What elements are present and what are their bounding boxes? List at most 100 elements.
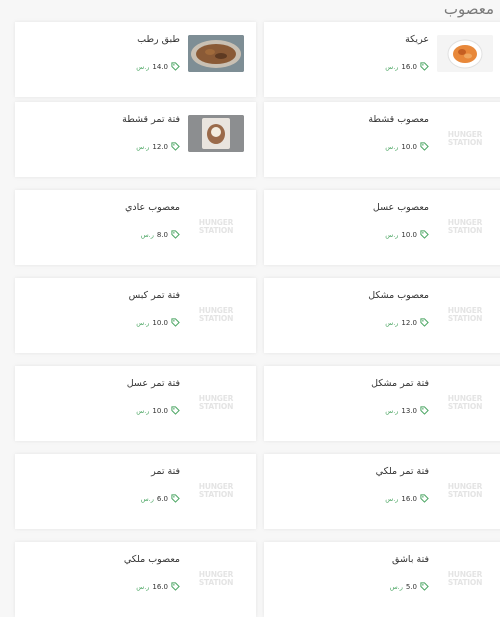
section-title: معصوب (443, 0, 494, 18)
price-tag-icon (171, 142, 180, 151)
logo-line-2: STATION (447, 138, 483, 147)
menu-item-name: فتة باشق (392, 554, 429, 565)
currency-label: ر.س (385, 318, 399, 327)
price-tag-icon (171, 230, 180, 239)
menu-item-name: فتة تمر مشكل (371, 378, 429, 389)
price-value: 12.0 (401, 318, 417, 327)
price-value: 14.0 (152, 62, 168, 71)
price-tag-icon (171, 494, 180, 503)
price-tag-icon (420, 494, 429, 503)
menu-item-card[interactable]: HUNGER STATION فتة تمر عسل ر.س 10.0 (15, 366, 256, 441)
hungerstation-placeholder-logo: HUNGER STATION (196, 395, 236, 411)
currency-label: ر.س (389, 582, 403, 591)
menu-item-card[interactable]: HUNGER STATION معصوب ملكي ر.س 16.0 (15, 542, 256, 617)
price-value: 16.0 (152, 582, 168, 591)
currency-label: ر.س (136, 318, 150, 327)
menu-item-image[interactable] (188, 115, 244, 152)
menu-item-price: ر.س 12.0 (385, 318, 429, 327)
currency-label: ر.س (136, 142, 150, 151)
price-tag-icon (420, 62, 429, 71)
menu-item-name: معصوب عسل (372, 202, 429, 213)
currency-label: ر.س (385, 62, 399, 71)
price-value: 16.0 (401, 62, 417, 71)
currency-label: ر.س (136, 582, 150, 591)
price-value: 10.0 (152, 406, 168, 415)
currency-label: ر.س (140, 494, 154, 503)
currency-label: ر.س (140, 230, 154, 239)
menu-item-card[interactable]: HUNGER STATION معصوب عسل ر.س 10.0 (264, 190, 500, 265)
logo-line-2: STATION (447, 578, 483, 587)
currency-label: ر.س (136, 62, 150, 71)
menu-item-card[interactable]: فتة تمر قشطة ر.س 12.0 (15, 102, 256, 177)
menu-item-card[interactable]: عريكة ر.س 16.0 (264, 22, 500, 97)
hungerstation-placeholder-logo: HUNGER STATION (196, 571, 236, 587)
logo-line-2: STATION (447, 490, 483, 499)
price-value: 10.0 (152, 318, 168, 327)
hungerstation-placeholder-logo: HUNGER STATION (196, 307, 236, 323)
menu-item-price: ر.س 6.0 (141, 494, 180, 503)
price-tag-icon (171, 582, 180, 591)
hungerstation-placeholder-logo: HUNGER STATION (445, 483, 485, 499)
menu-item-price: ر.س 16.0 (385, 62, 429, 71)
menu-item-card[interactable]: HUNGER STATION فتة باشق ر.س 5.0 (264, 542, 500, 617)
menu-item-name: معصوب ملكي (123, 554, 180, 565)
menu-item-name: فتة تمر كبس (128, 290, 180, 301)
price-value: 8.0 (156, 230, 168, 239)
logo-line-2: STATION (198, 226, 234, 235)
price-value: 12.0 (152, 142, 168, 151)
price-tag-icon (420, 142, 429, 151)
price-tag-icon (171, 318, 180, 327)
menu-item-name: فتة تمر قشطة (122, 114, 180, 125)
menu-item-card[interactable]: HUNGER STATION معصوب عادي ر.س 8.0 (15, 190, 256, 265)
currency-label: ر.س (385, 494, 399, 503)
menu-item-name: فتة تمر ملكي (375, 466, 429, 477)
menu-item-price: ر.س 8.0 (141, 230, 180, 239)
menu-item-card[interactable]: HUNGER STATION معصوب مشكل ر.س 12.0 (264, 278, 500, 353)
price-value: 6.0 (156, 494, 168, 503)
menu-item-price: ر.س 10.0 (136, 318, 180, 327)
menu-item-price: ر.س 10.0 (385, 230, 429, 239)
menu-item-price: ر.س 12.0 (136, 142, 180, 151)
menu-item-image[interactable] (437, 35, 493, 72)
menu-item-name: معصوب مشكل (368, 290, 429, 301)
menu-item-price: ر.س 5.0 (390, 582, 429, 591)
price-tag-icon (420, 406, 429, 415)
menu-item-price: ر.س 10.0 (385, 142, 429, 151)
currency-label: ر.س (385, 406, 399, 415)
menu-item-card[interactable]: HUNGER STATION فتة تمر كبس ر.س 10.0 (15, 278, 256, 353)
menu-item-price: ر.س 16.0 (385, 494, 429, 503)
logo-line-2: STATION (198, 314, 234, 323)
price-tag-icon (171, 62, 180, 71)
hungerstation-placeholder-logo: HUNGER STATION (196, 219, 236, 235)
currency-label: ر.س (136, 406, 150, 415)
logo-line-2: STATION (198, 490, 234, 499)
menu-item-card[interactable]: HUNGER STATION فتة تمر مشكل ر.س 13.0 (264, 366, 500, 441)
menu-item-price: ر.س 16.0 (136, 582, 180, 591)
logo-line-2: STATION (198, 402, 234, 411)
menu-item-card[interactable]: طبق رطب ر.س 14.0 (15, 22, 256, 97)
logo-line-2: STATION (198, 578, 234, 587)
hungerstation-placeholder-logo: HUNGER STATION (445, 571, 485, 587)
price-tag-icon (420, 318, 429, 327)
menu-item-price: ر.س 13.0 (385, 406, 429, 415)
menu-item-name: معصوب قشطة (368, 114, 429, 125)
price-value: 5.0 (405, 582, 417, 591)
menu-item-name: فتة تمر (151, 466, 180, 477)
menu-item-price: ر.س 10.0 (136, 406, 180, 415)
menu-item-card[interactable]: HUNGER STATION معصوب قشطة ر.س 10.0 (264, 102, 500, 177)
menu-item-name: فتة تمر عسل (126, 378, 180, 389)
hungerstation-placeholder-logo: HUNGER STATION (445, 219, 485, 235)
menu-item-card[interactable]: HUNGER STATION فتة تمر ر.س 6.0 (15, 454, 256, 529)
menu-item-image[interactable] (188, 35, 244, 72)
menu-item-card[interactable]: HUNGER STATION فتة تمر ملكي ر.س 16.0 (264, 454, 500, 529)
price-tag-icon (171, 406, 180, 415)
logo-line-2: STATION (447, 402, 483, 411)
currency-label: ر.س (385, 142, 399, 151)
price-value: 13.0 (401, 406, 417, 415)
logo-line-2: STATION (447, 314, 483, 323)
hungerstation-placeholder-logo: HUNGER STATION (445, 395, 485, 411)
price-tag-icon (420, 582, 429, 591)
hungerstation-placeholder-logo: HUNGER STATION (196, 483, 236, 499)
menu-item-name: طبق رطب (137, 34, 180, 45)
menu-item-name: معصوب عادي (124, 202, 180, 213)
